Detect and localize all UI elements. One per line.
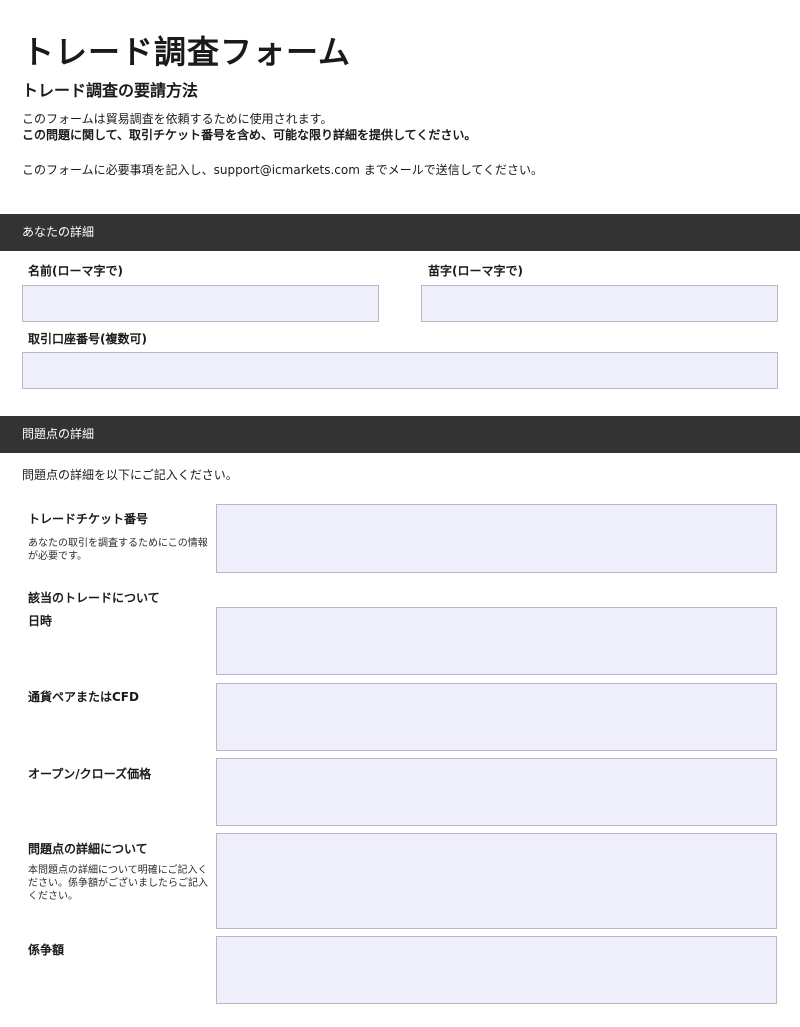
- open-close-price-label: オープン/クローズ価格: [28, 767, 152, 781]
- first-name-label: 名前(ローマ字で): [28, 264, 123, 278]
- section-header-issue-details: 問題点の詳細: [0, 416, 800, 453]
- account-number-field[interactable]: [22, 352, 778, 389]
- issue-details-help: 本問題点の詳細について明確にご記入ください。係争額がございましたらご記入ください…: [28, 865, 208, 902]
- page-title: トレード調査フォーム: [22, 33, 352, 71]
- ticket-number-field[interactable]: [216, 504, 777, 573]
- intro-text-3: このフォームに必要事項を記入し、support@icmarkets.com まで…: [22, 163, 544, 177]
- issue-intro-text: 問題点の詳細を以下にご記入ください。: [22, 468, 238, 482]
- open-close-price-field[interactable]: [216, 758, 777, 826]
- intro-text-1: このフォームは貿易調査を依頼するために使用されます。: [22, 112, 333, 126]
- last-name-label: 苗字(ローマ字で): [428, 264, 523, 278]
- ticket-number-label: トレードチケット番号: [28, 512, 149, 526]
- intro-text-2: この問題に関して、取引チケット番号を含め、可能な限り詳細を提供してください。: [22, 128, 477, 142]
- about-trade-label: 該当のトレードについて: [28, 591, 160, 605]
- ticket-number-help: あなたの取引を調査するためにこの情報が必要です。: [28, 538, 208, 562]
- last-name-field[interactable]: [421, 285, 778, 322]
- currency-pair-field[interactable]: [216, 683, 777, 751]
- section-header-your-details: あなたの詳細: [0, 214, 800, 251]
- first-name-field[interactable]: [22, 285, 379, 322]
- account-number-label: 取引口座番号(複数可): [28, 332, 147, 346]
- dispute-amount-field[interactable]: [216, 936, 777, 1004]
- issue-details-label: 問題点の詳細について: [28, 842, 148, 856]
- page-subtitle: トレード調査の要請方法: [22, 81, 199, 100]
- issue-details-field[interactable]: [216, 833, 777, 929]
- datetime-field[interactable]: [216, 607, 777, 675]
- datetime-label: 日時: [28, 614, 53, 628]
- currency-pair-label: 通貨ペアまたはCFD: [28, 690, 139, 704]
- dispute-amount-label: 係争額: [28, 943, 65, 957]
